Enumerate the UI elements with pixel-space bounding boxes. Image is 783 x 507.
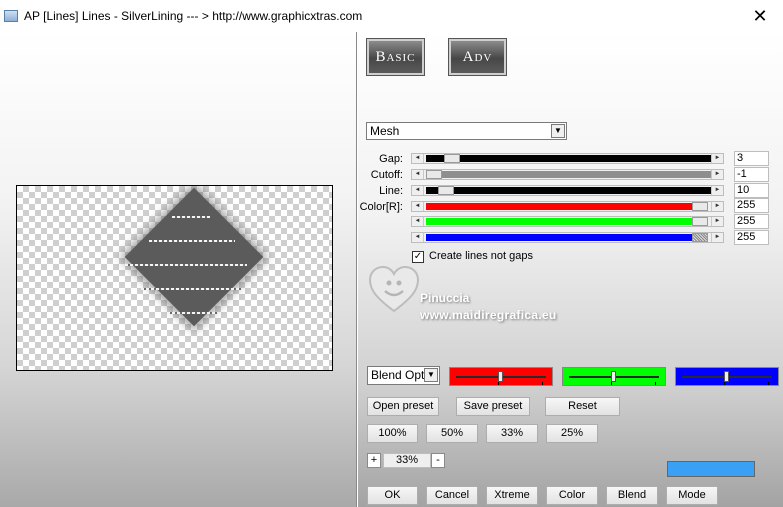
zoom-33-button[interactable]: 33% <box>486 424 538 443</box>
arrow-right-icon[interactable]: ► <box>711 186 723 195</box>
line-slider[interactable]: ◄ ► <box>411 185 724 196</box>
cutoff-slider-thumb[interactable] <box>426 170 442 179</box>
cutoff-slider-fill <box>426 171 716 178</box>
color-swatch[interactable] <box>667 461 755 477</box>
green-value[interactable]: 255 <box>734 214 769 229</box>
arrow-left-icon[interactable]: ◄ <box>412 233 424 242</box>
watermark-url: www.maidiregrafica.eu <box>420 308 557 322</box>
red-channel-tick <box>498 382 499 385</box>
gap-value[interactable]: 3 <box>734 151 769 166</box>
arrow-right-icon[interactable]: ► <box>711 202 723 211</box>
line-slider-thumb[interactable] <box>438 186 454 195</box>
preview-canvas[interactable] <box>16 185 333 371</box>
chevron-down-icon: ▼ <box>424 368 438 382</box>
create-lines-checkbox[interactable]: ✓ <box>412 251 424 263</box>
cutoff-value[interactable]: -1 <box>734 167 769 182</box>
arrow-right-icon[interactable]: ► <box>711 154 723 163</box>
blue-channel-knob[interactable] <box>724 371 729 382</box>
preview-diamond-shape <box>124 187 264 327</box>
mode-select-value: Mesh <box>370 124 400 138</box>
red-channel-knob[interactable] <box>498 371 503 382</box>
create-lines-label: Create lines not gaps <box>429 250 533 262</box>
green-channel-tick <box>655 382 656 385</box>
zoom-25-button[interactable]: 25% <box>546 424 598 443</box>
chevron-down-icon: ▼ <box>551 124 565 138</box>
color-red-slider[interactable]: ◄ ► <box>411 201 724 212</box>
cutoff-label: Cutoff: <box>370 169 403 181</box>
arrow-right-icon[interactable]: ► <box>711 217 723 226</box>
mesh-line <box>172 216 210 218</box>
advanced-mode-button[interactable]: Adv <box>448 38 507 76</box>
green-channel-slider[interactable] <box>562 367 666 386</box>
blue-channel-tick <box>768 382 769 385</box>
arrow-left-icon[interactable]: ◄ <box>412 217 424 226</box>
blend-options-value: Blend Opti <box>371 368 428 382</box>
gap-slider-thumb[interactable] <box>444 154 460 163</box>
zoom-50-button[interactable]: 50% <box>426 424 478 443</box>
arrow-left-icon[interactable]: ◄ <box>412 202 424 211</box>
color-blue-slider[interactable]: ◄ ► <box>411 232 724 243</box>
gap-slider[interactable]: ◄ ► <box>411 153 724 164</box>
color-green-slider[interactable]: ◄ ► <box>411 216 724 227</box>
gap-label: Gap: <box>379 153 403 165</box>
gap-slider-fill <box>426 155 716 162</box>
mesh-line <box>149 240 235 242</box>
mesh-line <box>141 288 241 290</box>
line-value[interactable]: 10 <box>734 183 769 198</box>
mesh-line <box>125 264 247 266</box>
line-slider-fill <box>426 187 716 194</box>
cancel-button[interactable]: Cancel <box>426 486 478 505</box>
blue-slider-fill <box>426 234 692 241</box>
arrow-left-icon[interactable]: ◄ <box>412 186 424 195</box>
color-r-label: Color[R]: <box>359 201 403 213</box>
arrow-right-icon[interactable]: ► <box>711 233 723 242</box>
arrow-right-icon[interactable]: ► <box>711 170 723 179</box>
red-slider-fill <box>426 203 692 210</box>
mode-select[interactable]: Mesh ▼ <box>366 122 567 140</box>
green-slider-fill <box>426 218 692 225</box>
open-preset-button[interactable]: Open preset <box>367 397 439 416</box>
zoom-plus-button[interactable]: + <box>367 453 381 468</box>
window-title: AP [Lines] Lines - SilverLining --- > ht… <box>24 9 363 23</box>
app-icon <box>4 10 18 22</box>
blue-slider-thumb[interactable] <box>692 233 708 242</box>
watermark-heart-icon <box>368 265 420 313</box>
blue-channel-tick <box>724 382 725 385</box>
mesh-line <box>167 312 217 314</box>
zoom-minus-button[interactable]: - <box>431 453 445 468</box>
green-channel-knob[interactable] <box>611 371 616 382</box>
red-slider-thumb[interactable] <box>692 202 708 211</box>
ok-button[interactable]: OK <box>367 486 418 505</box>
red-value[interactable]: 255 <box>734 198 769 213</box>
red-channel-tick <box>542 382 543 385</box>
xtreme-button[interactable]: Xtreme <box>486 486 538 505</box>
green-channel-tick <box>611 382 612 385</box>
basic-mode-button[interactable]: Basic <box>366 38 425 76</box>
reset-button[interactable]: Reset <box>545 397 620 416</box>
preview-pane <box>0 32 357 507</box>
cutoff-slider[interactable]: ◄ ► <box>411 169 724 180</box>
blue-value[interactable]: 255 <box>734 230 769 245</box>
watermark-name: Pinuccia <box>420 291 470 305</box>
close-button[interactable]: ✕ <box>737 0 783 32</box>
green-slider-thumb[interactable] <box>692 217 708 226</box>
zoom-value: 33% <box>383 453 431 468</box>
save-preset-button[interactable]: Save preset <box>456 397 530 416</box>
red-channel-slider[interactable] <box>449 367 553 386</box>
title-bar: AP [Lines] Lines - SilverLining --- > ht… <box>0 0 783 32</box>
mode-button[interactable]: Mode <box>666 486 718 505</box>
line-label: Line: <box>379 185 403 197</box>
color-button[interactable]: Color <box>546 486 598 505</box>
blue-channel-slider[interactable] <box>675 367 779 386</box>
zoom-100-button[interactable]: 100% <box>367 424 418 443</box>
blend-button[interactable]: Blend <box>606 486 658 505</box>
blend-options-select[interactable]: Blend Opti ▼ <box>367 366 440 385</box>
arrow-left-icon[interactable]: ◄ <box>412 170 424 179</box>
arrow-left-icon[interactable]: ◄ <box>412 154 424 163</box>
